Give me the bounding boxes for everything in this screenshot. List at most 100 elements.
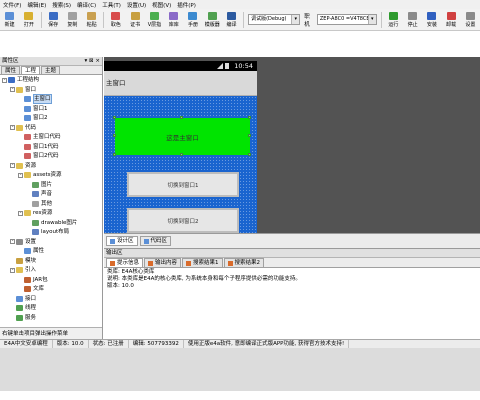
toolbar-button[interactable]: 安装	[422, 9, 441, 30]
tab-search2[interactable]: 搜索结果2	[223, 258, 265, 267]
resize-handle[interactable]	[113, 116, 116, 119]
toolbar-button[interactable]: 运行	[384, 9, 403, 30]
resize-handle[interactable]	[113, 153, 116, 156]
panel-controls[interactable]: ▾ ⊠ ×	[85, 57, 100, 66]
tree-item[interactable]: 线程	[10, 304, 36, 312]
button-switch-window2[interactable]: 切换到窗口2	[127, 208, 239, 233]
tab-design-label: 设计区	[117, 238, 134, 244]
expand-toggle-icon[interactable]: -	[18, 172, 23, 178]
expand-toggle-icon[interactable]: -	[2, 77, 7, 83]
menu-item[interactable]: 文件(F)	[0, 1, 24, 9]
tab-theme[interactable]: 主题	[41, 66, 61, 74]
tree-item[interactable]: - res资源	[18, 209, 52, 217]
button-switch-window1[interactable]: 切换到窗口1	[127, 172, 239, 197]
resize-handle[interactable]	[248, 116, 251, 119]
toolbar-button[interactable]: 粘贴	[82, 9, 101, 30]
build-mode-select[interactable]: 调试版(Debug) ▾	[248, 14, 301, 25]
resize-handle[interactable]	[248, 134, 251, 137]
toolbar-button[interactable]: 证书	[126, 9, 145, 30]
tree-item[interactable]: - 设置	[10, 238, 36, 246]
tree-item-icon	[32, 219, 39, 226]
expand-toggle-icon[interactable]: -	[10, 267, 15, 273]
tree-item[interactable]: layout布局	[26, 228, 69, 236]
resize-handle[interactable]	[113, 134, 116, 137]
tree-item[interactable]: 窗口1代码	[18, 143, 59, 151]
toolbar-button[interactable]: 模版器	[203, 9, 222, 30]
toolbar-button[interactable]: 取色	[106, 9, 125, 30]
tree-item[interactable]: 属性	[18, 247, 44, 255]
tree-item[interactable]: - 引入	[10, 266, 36, 274]
toolbar-button[interactable]: 设置	[461, 9, 480, 30]
menu-item[interactable]: 视图(V)	[149, 1, 174, 9]
menu-item[interactable]: 编译(C)	[74, 1, 99, 9]
phone-preview[interactable]: 10:54 主窗口 这是主窗口 切换到窗口1 切换到窗口2	[104, 61, 257, 233]
status-cell: 编辑: 507793392	[129, 340, 184, 348]
resize-handle[interactable]	[248, 153, 251, 156]
tree-item-label: 接口	[25, 295, 37, 302]
tree-item-label: 模块	[25, 257, 37, 264]
tree-item[interactable]: 窗口1	[18, 105, 48, 113]
info-icon	[110, 260, 115, 266]
tree-item-label: 主窗口代码	[33, 134, 61, 140]
tab-project[interactable]: 工程	[21, 66, 41, 74]
tree-item[interactable]: - 资源	[10, 162, 36, 170]
tree-item[interactable]: - assets资源	[18, 171, 62, 179]
label-main-window[interactable]: 这是主窗口	[115, 118, 250, 155]
toolbar-button[interactable]: 保存	[44, 9, 63, 30]
tree-item[interactable]: 接口	[10, 295, 36, 303]
tree-item[interactable]: 其他	[26, 200, 52, 208]
tree-item[interactable]: 服务	[10, 314, 36, 322]
tree-item[interactable]: - 工程结构	[2, 76, 39, 84]
tree-item[interactable]: 主窗口代码	[18, 133, 61, 141]
toolbar-button[interactable]: 停止	[403, 9, 422, 30]
expand-toggle-icon[interactable]: -	[10, 87, 15, 92]
tree-item[interactable]: 主窗口	[18, 94, 52, 104]
tree-item[interactable]: 窗口2	[18, 114, 48, 122]
tree-item[interactable]: JAR包	[18, 276, 48, 284]
toolbar-button[interactable]: 手册	[183, 9, 202, 30]
tree-item[interactable]: drawable图片	[26, 219, 77, 227]
expand-toggle-icon[interactable]: -	[10, 239, 15, 244]
tab-search1[interactable]: 搜索结果1	[182, 258, 223, 267]
chevron-down-icon: ▾	[291, 15, 300, 24]
toolbar-button[interactable]: 编译	[222, 9, 241, 30]
tree-item[interactable]: - 代码	[10, 124, 36, 132]
toolbar-button[interactable]: 打开	[19, 9, 38, 30]
menu-item[interactable]: 设置(U)	[124, 1, 149, 9]
tab-info[interactable]: 提示信息	[106, 258, 144, 267]
resize-handle[interactable]	[180, 116, 183, 119]
resize-handle[interactable]	[180, 153, 183, 156]
toolbar-button[interactable]: 库库	[164, 9, 183, 30]
toolbar-icon	[149, 11, 159, 20]
expand-toggle-icon[interactable]: -	[18, 210, 23, 216]
device-select[interactable]: ZEP-A8C0 =V4T8CE ▾	[316, 14, 377, 25]
menu-item[interactable]: 插件(P)	[174, 1, 199, 9]
tab-code[interactable]: 代码区	[139, 236, 172, 246]
tree-item[interactable]: 图片	[26, 181, 52, 189]
menu-item[interactable]: 工具(T)	[99, 1, 124, 9]
toolbar-label: 编译	[226, 21, 237, 28]
toolbar-label: 取色	[110, 21, 121, 28]
expand-toggle-icon[interactable]: -	[10, 125, 15, 130]
tree-item[interactable]: - 窗口	[10, 86, 36, 94]
toolbar-button[interactable]: V层指	[145, 9, 164, 30]
toolbar-button[interactable]: 复制	[63, 9, 82, 30]
toolbar-icon	[427, 11, 437, 20]
toolbar-icon	[188, 11, 198, 20]
tree-item[interactable]: 窗口2代码	[18, 152, 59, 160]
tab-output[interactable]: 输出内容	[144, 258, 182, 267]
tree-item[interactable]: 文库	[18, 285, 44, 293]
expand-toggle-icon[interactable]: -	[10, 163, 15, 168]
toolbar-button[interactable]: 新建	[0, 9, 19, 30]
menu-item[interactable]: 编辑(E)	[24, 1, 49, 9]
tree-item[interactable]: 声音	[26, 190, 52, 198]
search-icon	[186, 260, 192, 266]
toolbar-button[interactable]: 卸载	[442, 9, 461, 30]
tab-design[interactable]: 设计区	[106, 236, 138, 246]
tree-item[interactable]: 模块	[10, 257, 36, 265]
phone-canvas[interactable]: 这是主窗口 切换到窗口1 切换到窗口2	[104, 96, 257, 233]
output-line: 类库: E4A核心类库	[107, 269, 155, 275]
panel-title: 属性区 ▾ ⊠ ×	[0, 57, 102, 66]
tab-properties[interactable]: 属性	[1, 66, 21, 74]
menu-item[interactable]: 搜索(S)	[49, 1, 74, 9]
